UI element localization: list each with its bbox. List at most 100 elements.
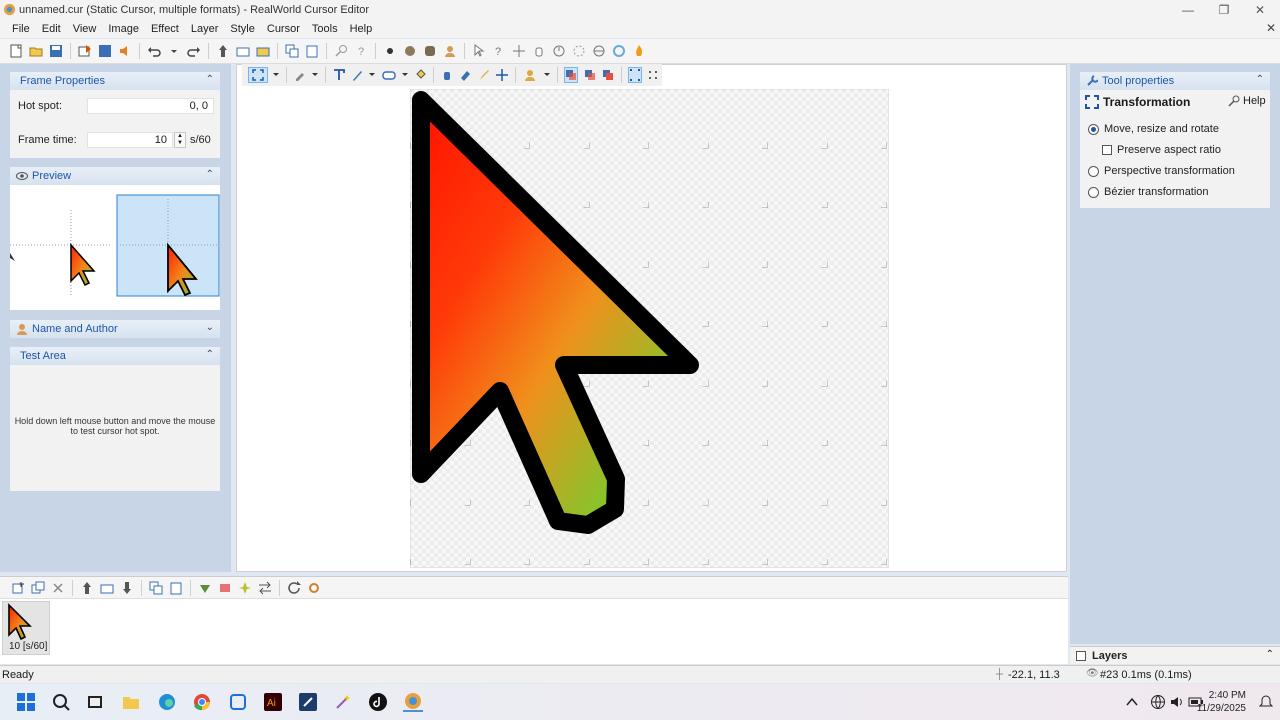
network-icon[interactable] bbox=[1148, 692, 1168, 712]
task-view-icon[interactable] bbox=[85, 692, 105, 712]
checkbox[interactable] bbox=[1102, 145, 1112, 155]
collapse-icon[interactable]: ⌃ bbox=[206, 74, 214, 85]
menu-layer[interactable]: Layer bbox=[185, 23, 225, 35]
help-cursor-icon[interactable]: ? bbox=[491, 43, 507, 59]
notification-icon[interactable] bbox=[1256, 692, 1276, 712]
radio[interactable] bbox=[1088, 165, 1099, 177]
settings-icon[interactable] bbox=[306, 580, 322, 596]
maximize-button[interactable]: ❐ bbox=[1206, 0, 1242, 19]
menu-effect[interactable]: Effect bbox=[145, 23, 185, 35]
user-icon[interactable] bbox=[442, 43, 458, 59]
sparkle-icon[interactable] bbox=[237, 580, 253, 596]
blend-mode-3-icon[interactable] bbox=[601, 67, 615, 83]
pen-tool-icon[interactable] bbox=[477, 67, 491, 83]
paste-icon[interactable] bbox=[168, 580, 184, 596]
crosshair-cursor-icon[interactable] bbox=[511, 43, 527, 59]
search-icon[interactable] bbox=[51, 692, 71, 712]
effect-icon[interactable] bbox=[197, 580, 213, 596]
menu-style[interactable]: Style bbox=[224, 23, 260, 35]
app-launcher-icon[interactable] bbox=[298, 692, 318, 712]
paste-frame-icon[interactable] bbox=[304, 43, 320, 59]
tool-properties-header[interactable]: Tool properties ⌃ bbox=[1080, 72, 1270, 90]
grid-toggle-icon[interactable] bbox=[627, 67, 642, 83]
menu-edit[interactable]: Edit bbox=[36, 23, 67, 35]
copy-frame-icon[interactable] bbox=[284, 43, 300, 59]
sphere-icon[interactable] bbox=[402, 43, 418, 59]
frame-import-icon[interactable] bbox=[99, 580, 115, 596]
fire-cursor-icon[interactable] bbox=[631, 43, 647, 59]
dots-grid-icon[interactable] bbox=[646, 67, 660, 83]
radio[interactable] bbox=[1088, 186, 1099, 198]
clear-icon[interactable] bbox=[217, 580, 233, 596]
frame-time-spinner[interactable]: ▲ ▼ bbox=[174, 132, 186, 148]
chevron-up-icon[interactable] bbox=[1122, 692, 1142, 712]
ring-cursor-icon[interactable] bbox=[611, 43, 627, 59]
brush-dropdown-icon[interactable] bbox=[368, 67, 376, 83]
hot-spot-field[interactable]: 0, 0 bbox=[87, 98, 214, 114]
menu-cursor[interactable]: Cursor bbox=[261, 23, 306, 35]
sound-icon[interactable] bbox=[117, 43, 133, 59]
help-button[interactable]: Help bbox=[1228, 95, 1266, 107]
working-cursor-icon[interactable] bbox=[571, 43, 587, 59]
test-area-body[interactable]: Hold down left mouse button and move the… bbox=[10, 365, 220, 491]
frame-up-icon[interactable] bbox=[79, 580, 95, 596]
new-icon[interactable] bbox=[8, 43, 24, 59]
menu-file[interactable]: File bbox=[6, 23, 36, 35]
fill-tool-icon[interactable] bbox=[413, 67, 427, 83]
undo-dropdown-icon[interactable] bbox=[166, 43, 182, 59]
tiktok-icon[interactable] bbox=[368, 692, 388, 712]
arrow-cursor-icon[interactable] bbox=[471, 43, 487, 59]
chrome-browser-icon[interactable] bbox=[192, 692, 212, 712]
windows-start-icon[interactable] bbox=[16, 692, 36, 712]
brightness-icon[interactable] bbox=[382, 43, 398, 59]
file-explorer-icon[interactable] bbox=[121, 692, 141, 712]
swap-icon[interactable] bbox=[257, 580, 273, 596]
globe-cursor-icon[interactable] bbox=[591, 43, 607, 59]
shape-dropdown-icon[interactable] bbox=[401, 67, 409, 83]
undo-icon[interactable] bbox=[146, 43, 162, 59]
frame-time-field[interactable]: 10 bbox=[87, 132, 173, 148]
refresh-icon[interactable] bbox=[286, 580, 302, 596]
layers-checkbox[interactable] bbox=[1076, 650, 1086, 661]
selection-tool-icon[interactable] bbox=[248, 67, 268, 83]
add-frame-icon[interactable] bbox=[10, 580, 26, 596]
menu-help[interactable]: Help bbox=[344, 23, 379, 35]
illustrator-icon[interactable]: Ai bbox=[263, 692, 283, 712]
selection-dropdown-icon[interactable] bbox=[272, 67, 280, 83]
hand-cursor-icon[interactable] bbox=[531, 43, 547, 59]
cursor-canvas[interactable] bbox=[410, 89, 889, 568]
button-icon[interactable] bbox=[422, 43, 438, 59]
shape-tool-icon[interactable] bbox=[380, 67, 398, 83]
frame-properties-header[interactable]: Frame Properties ⌃ bbox=[10, 72, 220, 90]
volume-icon[interactable] bbox=[1167, 692, 1187, 712]
magic-wand-icon[interactable] bbox=[333, 692, 353, 712]
find-icon[interactable] bbox=[333, 43, 349, 59]
snipping-tool-icon[interactable] bbox=[228, 692, 248, 712]
collapse-icon[interactable]: ⌃ bbox=[1266, 649, 1274, 660]
eyedropper-dropdown-icon[interactable] bbox=[311, 67, 319, 83]
blend-mode-1-icon[interactable] bbox=[564, 67, 579, 83]
color-picker-icon[interactable] bbox=[522, 67, 540, 83]
close-button[interactable]: ✕ bbox=[1242, 0, 1278, 19]
collapse-icon[interactable]: ⌃ bbox=[1256, 74, 1264, 85]
menu-image[interactable]: Image bbox=[102, 23, 145, 35]
eraser-tool-icon[interactable] bbox=[458, 67, 472, 83]
import-icon[interactable] bbox=[235, 43, 251, 59]
name-author-header[interactable]: Name and Author ⌄ bbox=[10, 320, 220, 338]
option-perspective[interactable]: Perspective transformation bbox=[1088, 165, 1235, 177]
color-dropdown-icon[interactable] bbox=[543, 67, 551, 83]
brush-tool-icon[interactable] bbox=[350, 67, 364, 83]
collapse-icon[interactable]: ⌃ bbox=[206, 169, 214, 180]
minimize-button[interactable]: — bbox=[1170, 0, 1206, 19]
copy-icon[interactable] bbox=[148, 580, 164, 596]
preview-header[interactable]: Preview ⌃ bbox=[10, 167, 220, 185]
edge-browser-icon[interactable] bbox=[157, 692, 177, 712]
option-preserve-aspect[interactable]: Preserve aspect ratio bbox=[1102, 144, 1221, 156]
option-bezier[interactable]: Bézier transformation bbox=[1088, 186, 1209, 198]
system-clock[interactable]: 2:40 PM 11/29/2025 bbox=[1197, 689, 1246, 715]
option-move-resize-rotate[interactable]: Move, resize and rotate bbox=[1088, 123, 1219, 135]
move-up-icon[interactable] bbox=[215, 43, 231, 59]
blend-mode-2-icon[interactable] bbox=[582, 67, 596, 83]
frame-down-icon[interactable] bbox=[119, 580, 135, 596]
export-icon[interactable] bbox=[77, 43, 93, 59]
